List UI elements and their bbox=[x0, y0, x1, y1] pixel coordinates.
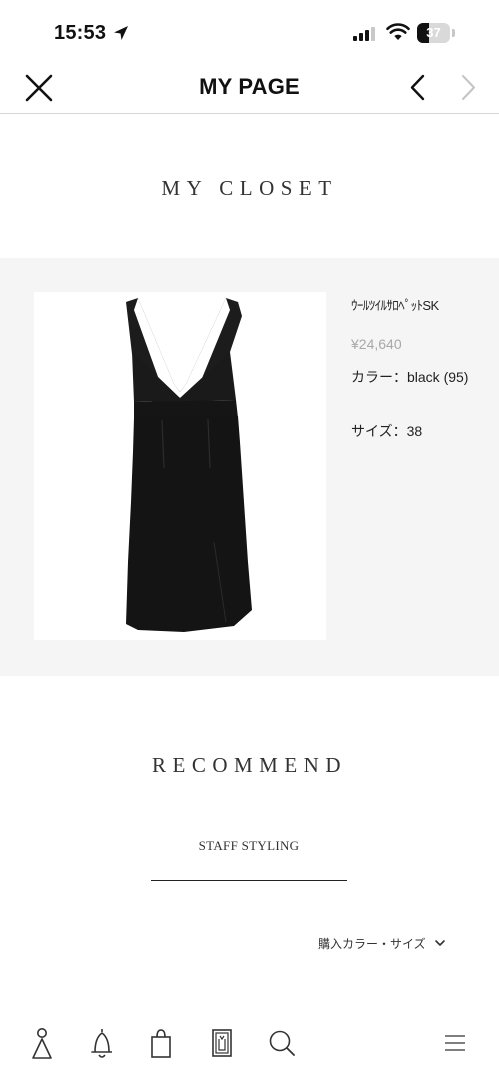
status-bar: 15:53 37 bbox=[0, 0, 499, 62]
next-button[interactable] bbox=[454, 72, 482, 104]
nav-notifications[interactable] bbox=[86, 1026, 118, 1060]
nav-search[interactable] bbox=[266, 1026, 298, 1060]
closet-item-card[interactable]: ｳｰﾙﾂｲﾙｻﾛﾍﾟｯﾄSK ¥24,640 カラー：black (95) サイ… bbox=[0, 258, 499, 676]
battery-indicator: 37 bbox=[417, 23, 450, 43]
bell-icon bbox=[91, 1029, 112, 1058]
nav-closet[interactable] bbox=[206, 1026, 238, 1060]
signal-icon bbox=[353, 27, 375, 41]
shopping-bag-icon bbox=[151, 1029, 171, 1058]
prev-button[interactable] bbox=[404, 72, 432, 104]
battery-cap bbox=[452, 29, 455, 37]
filter-label: 購入カラー・サイズ bbox=[318, 936, 426, 951]
chevron-right-icon bbox=[462, 75, 475, 100]
status-time: 15:53 bbox=[54, 22, 107, 44]
chevron-down-icon bbox=[434, 940, 445, 946]
recommend-title: RECOMMEND bbox=[151, 753, 347, 777]
nav-cart[interactable] bbox=[145, 1026, 177, 1060]
product-name[interactable]: ｳｰﾙﾂｲﾙｻﾛﾍﾟｯﾄSK bbox=[351, 295, 439, 314]
wifi-icon bbox=[386, 23, 410, 40]
page-header: MY PAGE bbox=[0, 62, 499, 114]
closet-title: MY CLOSET bbox=[161, 176, 338, 200]
product-image[interactable] bbox=[34, 292, 326, 640]
nav-menu[interactable] bbox=[439, 1026, 471, 1060]
search-icon bbox=[269, 1030, 295, 1056]
closet-icon bbox=[212, 1029, 232, 1057]
bottom-nav bbox=[0, 1020, 499, 1070]
battery-level: 37 bbox=[426, 25, 441, 40]
user-icon bbox=[32, 1028, 52, 1059]
nav-mypage[interactable] bbox=[26, 1026, 58, 1060]
product-size: サイズ：38 bbox=[351, 423, 423, 439]
dress-image bbox=[126, 298, 252, 632]
menu-icon bbox=[445, 1035, 465, 1051]
product-color: カラー：black (95) bbox=[351, 369, 469, 385]
location-arrow-icon bbox=[114, 26, 128, 40]
purchase-color-size-select[interactable]: 購入カラー・サイズ bbox=[318, 933, 446, 953]
tab-staff-styling[interactable]: STAFF STYLING bbox=[151, 836, 347, 881]
product-price: ¥24,640 bbox=[351, 336, 402, 352]
chevron-left-icon bbox=[410, 74, 425, 101]
